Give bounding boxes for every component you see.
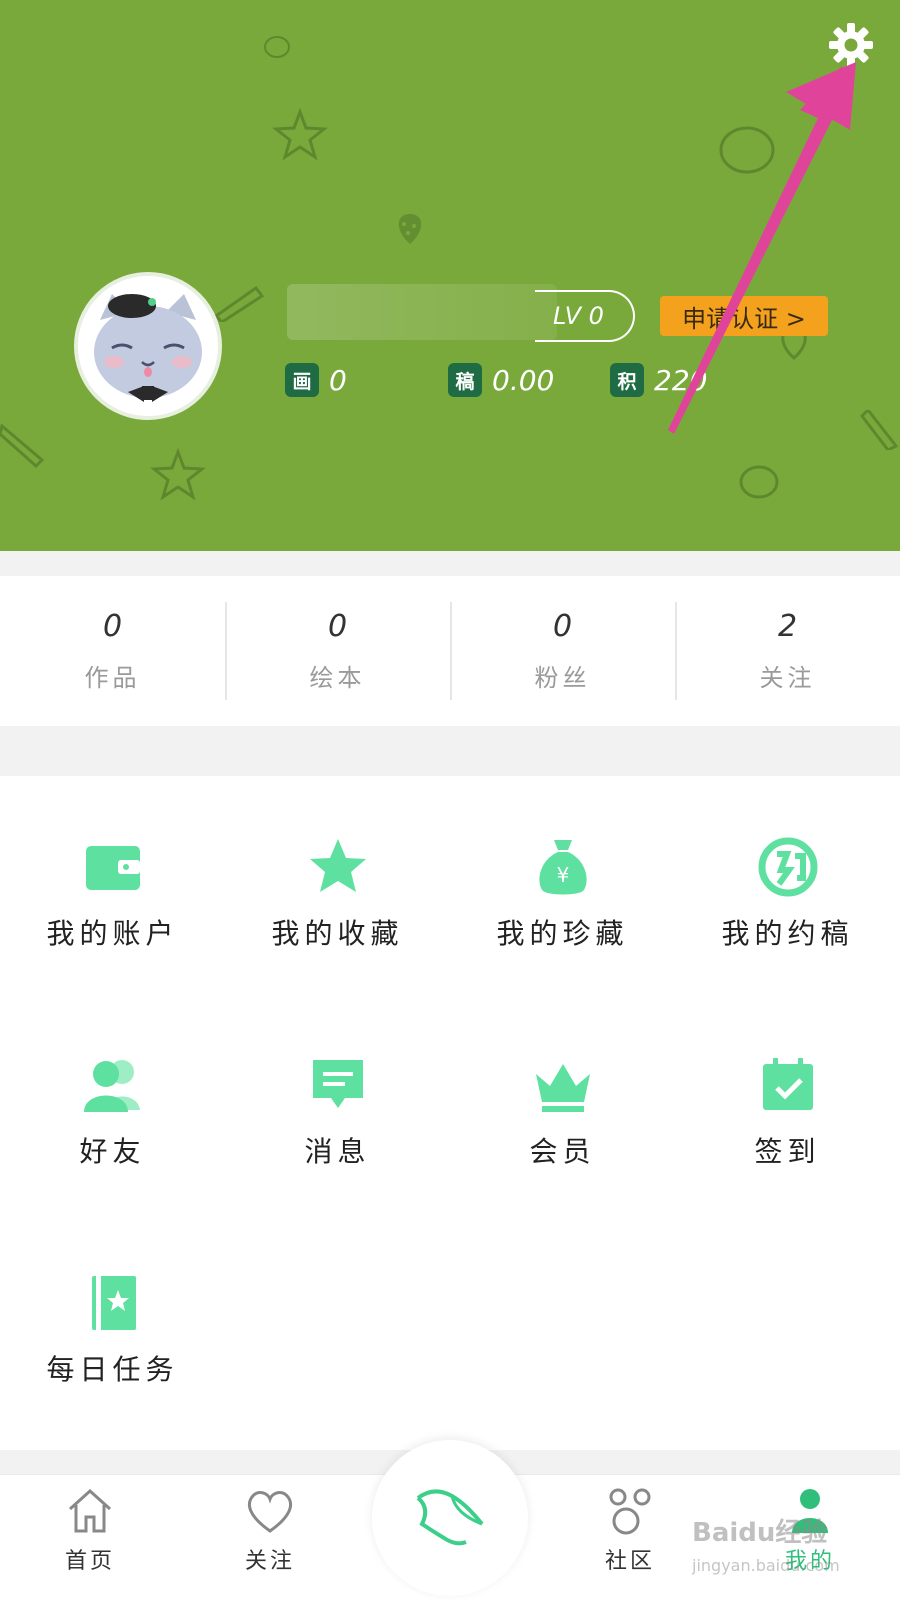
menu-label: 消息 [304, 1135, 371, 1168]
doodle-strawberry-icon [398, 214, 422, 244]
nav-community[interactable]: 社区 [575, 1485, 685, 1575]
doodle-pencil-icon [213, 285, 265, 322]
count-works[interactable]: 0 作品 [0, 576, 225, 726]
count-value: 0 [102, 609, 123, 644]
nav-home[interactable]: 首页 [35, 1485, 145, 1575]
count-value: 0 [552, 609, 573, 644]
menu-check-in[interactable]: 签到 [675, 1054, 900, 1234]
count-label: 关注 [759, 664, 816, 692]
doodle-cookie-icon [719, 126, 775, 174]
stat-value: 220 [654, 363, 708, 397]
task-book-icon [91, 1276, 136, 1330]
friends-icon [83, 1060, 140, 1112]
profile-header: LV 0 申请认证 > 画 0 稿 0.00 积 220 [0, 0, 900, 551]
stat-drawings: 画 0 [285, 362, 347, 398]
star-icon [309, 839, 366, 892]
count-value: 0 [327, 609, 348, 644]
profile-page: LV 0 申请认证 > 画 0 稿 0.00 积 220 0 作品 0 绘本 0 [0, 0, 900, 1600]
stat-value: 0 [329, 363, 347, 397]
menu-friends[interactable]: 好友 [0, 1054, 225, 1234]
commission-icon [758, 837, 817, 897]
baidu-watermark: Baidu经验 [692, 1518, 828, 1548]
counts-bar: 0 作品 0 绘本 0 粉丝 2 关注 [0, 576, 900, 726]
message-icon [312, 1060, 363, 1108]
avatar[interactable] [74, 272, 222, 420]
nav-label: 关注 [244, 1549, 295, 1574]
manuscript-badge-icon: 稿 [448, 363, 482, 397]
menu-label: 签到 [754, 1135, 821, 1168]
menu-label: 会员 [529, 1135, 596, 1168]
menu-membership[interactable]: 会员 [450, 1054, 675, 1234]
menu-label: 我的收藏 [271, 917, 404, 950]
level-text: LV 0 [553, 302, 604, 330]
home-icon [68, 1488, 112, 1533]
count-label: 粉丝 [534, 664, 591, 692]
brush-logo-icon [416, 1489, 484, 1546]
count-fans[interactable]: 0 粉丝 [450, 576, 675, 726]
drawing-badge-icon: 画 [285, 363, 319, 397]
stat-points: 积 220 [610, 362, 707, 398]
menu-daily-tasks[interactable]: 每日任务 [0, 1272, 225, 1452]
money-bag-icon: ¥ [538, 840, 587, 895]
baidu-watermark-url: jingyan.baidu.com [692, 1556, 840, 1575]
apply-certification-button[interactable]: 申请认证 > [660, 296, 828, 336]
svg-text:¥: ¥ [556, 863, 569, 887]
menu-my-collection[interactable]: ¥ 我的珍藏 [450, 836, 675, 1016]
menu-my-favorites[interactable]: 我的收藏 [225, 836, 450, 1016]
menu-label: 我的珍藏 [496, 917, 629, 950]
nav-label: 社区 [604, 1549, 655, 1574]
community-icon [609, 1488, 651, 1535]
menu-grid: 我的账户 我的收藏 ¥ 我的珍藏 我的约稿 好友 消息 会员 签到 每日任务 [0, 776, 900, 1450]
doodle-pencil-icon [0, 423, 45, 469]
nav-create-button[interactable] [372, 1440, 528, 1596]
menu-label: 我的约稿 [721, 917, 854, 950]
settings-gear-icon[interactable] [826, 20, 876, 70]
stat-manuscript: 稿 0.00 [448, 362, 554, 398]
doodle-circle-icon [264, 36, 290, 58]
count-picture-books[interactable]: 0 绘本 [225, 576, 450, 726]
doodle-pencil-icon [860, 410, 899, 450]
count-following[interactable]: 2 关注 [675, 576, 900, 726]
points-badge-icon: 积 [610, 363, 644, 397]
count-label: 作品 [84, 664, 141, 692]
wallet-icon [85, 846, 140, 890]
nav-follow[interactable]: 关注 [215, 1485, 325, 1575]
username-blurred [287, 284, 557, 340]
calendar-check-icon [762, 1058, 813, 1110]
menu-label: 我的账户 [46, 917, 179, 950]
count-label: 绘本 [309, 664, 366, 692]
stat-value: 0.00 [492, 363, 555, 397]
count-value: 2 [777, 609, 798, 644]
doodle-star-icon [150, 448, 206, 500]
menu-my-account[interactable]: 我的账户 [0, 836, 225, 1016]
menu-messages[interactable]: 消息 [225, 1054, 450, 1234]
menu-label: 好友 [79, 1135, 146, 1168]
doodle-cookie-icon [739, 465, 779, 499]
doodle-star-icon [272, 108, 328, 160]
level-pill: LV 0 [535, 290, 635, 342]
menu-label: 每日任务 [46, 1353, 179, 1386]
crown-icon [535, 1064, 590, 1112]
menu-my-commissions[interactable]: 我的约稿 [675, 836, 900, 1016]
heart-icon [247, 1491, 293, 1533]
nav-label: 首页 [64, 1549, 115, 1574]
cat-avatar-icon [78, 276, 218, 416]
